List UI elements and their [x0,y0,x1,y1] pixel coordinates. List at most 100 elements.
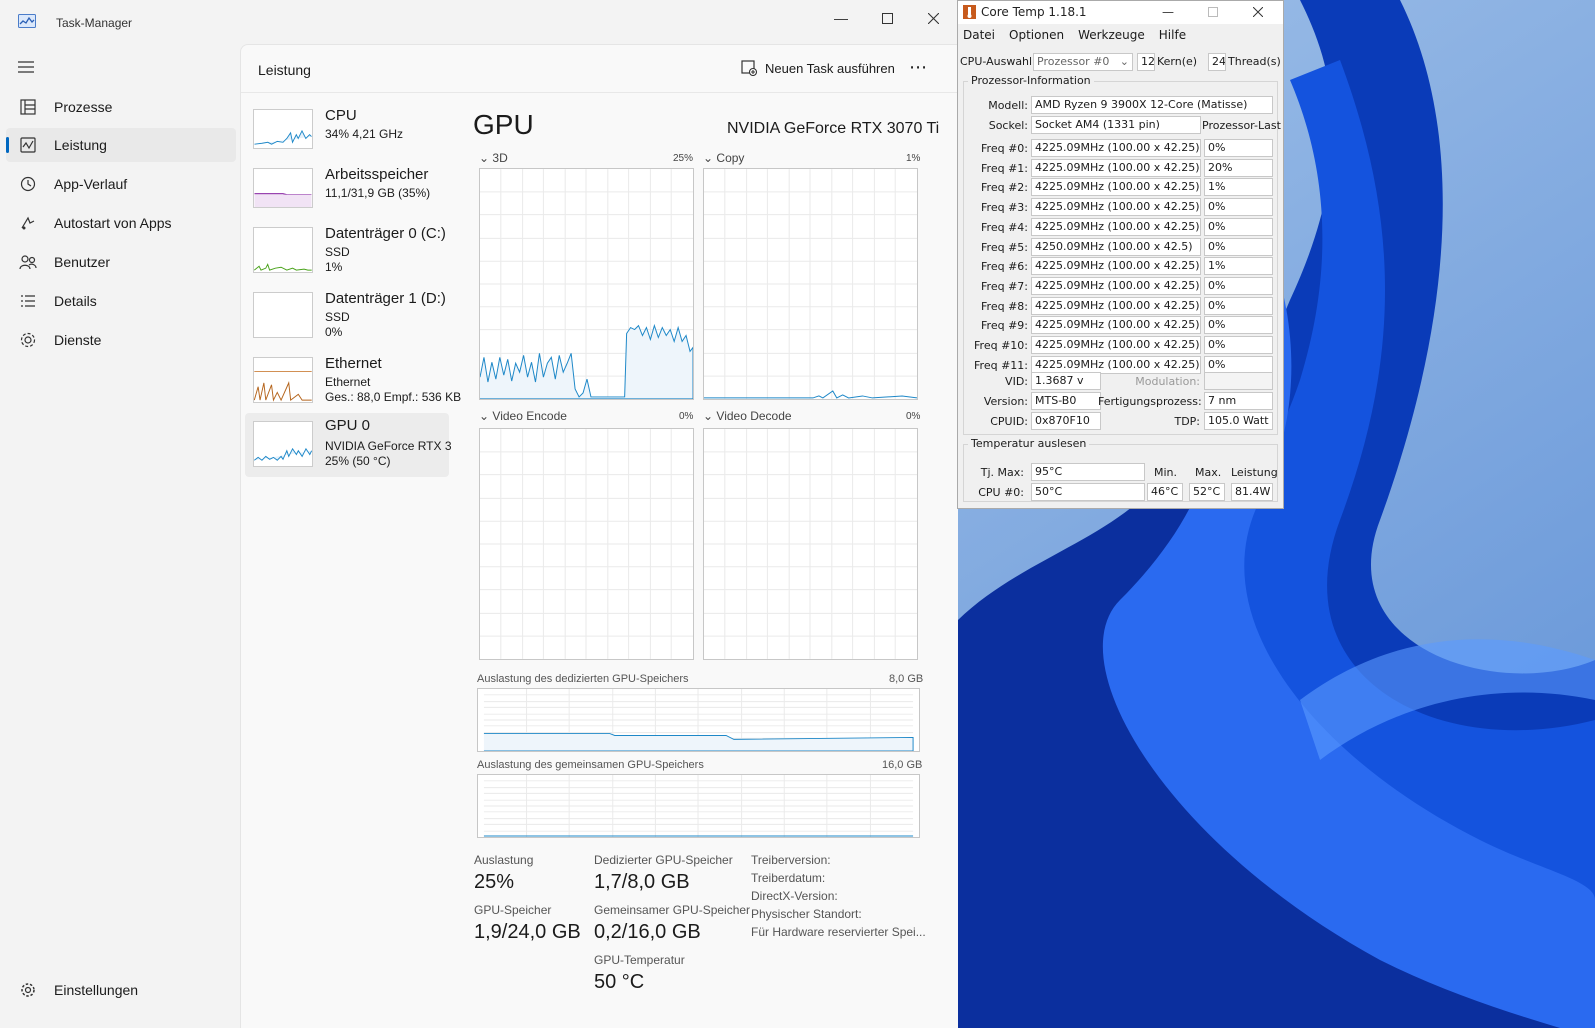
nav-item-app-history[interactable]: App-Verlauf [6,167,236,201]
freq-label: Freq #11: [974,358,1028,372]
more-icon: ⋯ [909,57,928,77]
close-icon [1253,7,1263,17]
power-header: Leistung [1231,466,1278,479]
menu-tools[interactable]: Werkzeuge [1078,28,1145,42]
close-button[interactable] [1235,0,1281,26]
ethernet-thumbnail-graph [253,357,313,403]
processes-icon [18,97,38,117]
maximize-button[interactable] [1190,0,1236,26]
engine-label: Video Encode [492,409,567,423]
nav-label: App-Verlauf [54,176,128,192]
close-button[interactable] [910,4,956,32]
freq-value: 4225.09MHz (100.00 x 42.25) [1031,198,1201,217]
graph-copy [703,168,918,400]
minimize-button[interactable]: — [1145,0,1191,26]
freq-label: Freq #3: [981,201,1028,215]
cpu-thumbnail-graph [253,109,313,149]
window-title: Core Temp 1.18.1 [981,5,1087,19]
resource-type: SSD [325,310,350,324]
nav-item-startup-apps[interactable]: Autostart von Apps [6,206,236,240]
modulation-label: Modulation: [1135,375,1200,388]
core-load-value: 0% [1204,296,1273,315]
memory-thumbnail-graph [253,168,313,208]
hamburger-menu-icon[interactable] [14,58,38,76]
resource-ethernet[interactable]: Ethernet Ethernet Ges.: 88,0 Empf.: 536 … [245,351,461,415]
resource-type: SSD [325,245,350,259]
vid-label: VID: [1005,375,1028,388]
nav-label: Benutzer [54,254,111,270]
freq-value: 4225.09MHz (100.00 x 42.25) [1031,158,1201,177]
resource-name: Datenträger 0 (C:) [325,225,446,242]
chevron-down-icon: ⌄ [1119,55,1129,68]
cpu0-temperature: 50°C [1031,483,1145,501]
freq-label: Freq #10: [974,339,1028,352]
run-new-task-button[interactable]: Neuen Task ausführen [741,60,895,76]
gpu-thumbnail-graph [253,421,313,467]
resource-name: CPU [325,107,357,124]
gpu-memory-label: GPU-Speicher [474,903,552,917]
resource-name: Datenträger 1 (D:) [325,290,446,307]
settings-label: Einstellungen [54,982,139,998]
nav-label: Autostart von Apps [54,215,172,231]
gpu-model-name: NVIDIA GeForce RTX 3070 Ti [727,120,940,137]
cpu-select-dropdown[interactable]: Prozessor #0 ⌄ [1033,53,1133,71]
nav-item-services[interactable]: Dienste [6,323,236,357]
title-bar[interactable]: Task-Manager — [0,0,957,44]
resource-type: Ethernet [325,375,371,389]
tdp-value: 105.0 Watt [1204,412,1273,430]
directx-version-label: DirectX-Version: [751,889,838,903]
process-label: Fertigungsprozess: [1098,395,1202,408]
shared-memory-stat-value: 0,2/16,0 GB [594,921,701,943]
nav-label: Dienste [54,332,102,348]
menu-file[interactable]: Datei [963,28,995,42]
freq-value: 4225.09MHz (100.00 x 42.25) [1031,257,1201,276]
more-options-button[interactable]: ⋯ [909,57,928,78]
shared-memory-stat-label: Gemeinsamer GPU-Speicher [594,903,751,917]
core-load-value: 0% [1204,139,1273,157]
services-icon [18,330,38,350]
socket-value: Socket AM4 (1331 pin) [1031,116,1201,134]
nav-item-details[interactable]: Details [6,284,236,318]
vid-value: 1.3687 v [1031,372,1101,390]
shared-memory-label: Auslastung des gemeinsamen GPU-Speichers [477,759,704,771]
engine-copy-selector[interactable]: ⌄ Copy [703,151,744,165]
core-load-value: 0% [1204,217,1273,236]
freq-label: Freq #6: [981,260,1028,274]
hardware-reserved-memory-label: Für Hardware reservierter Spei... [751,925,926,939]
resource-disk-0[interactable]: Datenträger 0 (C:) SSD 1% [245,221,449,285]
title-bar[interactable]: Core Temp 1.18.1 — [958,1,1283,24]
freq-value: 4250.09MHz (100.00 x 42.5) [1031,237,1201,256]
freq-label: Freq #2: [981,181,1028,195]
resource-memory[interactable]: Arbeitsspeicher 11,1/31,9 GB (35%) [245,162,449,226]
engine-percent: 0% [679,411,694,422]
nav-item-performance[interactable]: Leistung [6,128,236,162]
socket-label: Sockel: [988,119,1028,132]
menu-help[interactable]: Hilfe [1159,28,1186,42]
engine-3d-selector[interactable]: ⌄ 3D [479,151,508,165]
nav-item-users[interactable]: Benutzer [6,245,236,279]
graph-video-encode [479,428,694,660]
processor-load-header: Prozessor-Last [1202,119,1281,132]
engine-video-encode-selector[interactable]: ⌄ Video Encode [479,409,567,423]
window-title: Task-Manager [56,16,133,30]
freq-label: Freq #9: [981,319,1028,333]
resource-cpu[interactable]: CPU 34% 4,21 GHz [245,103,449,167]
resource-gpu-0[interactable]: GPU 0 NVIDIA GeForce RTX 307 25% (50 °C) [245,413,451,477]
engine-video-decode-selector[interactable]: ⌄ Video Decode [703,409,792,423]
page-title: Leistung [258,62,311,78]
resource-name: Arbeitsspeicher [325,166,429,183]
maximize-button[interactable] [864,4,910,32]
startup-icon [18,213,38,233]
resource-detail: 34% 4,21 GHz [325,127,404,141]
core-load-value: 0% [1204,276,1273,295]
nav-item-settings[interactable]: Einstellungen [18,980,138,1000]
minimize-button[interactable]: — [818,4,864,32]
nav-item-processes[interactable]: Prozesse [6,90,236,124]
chevron-down-icon: ⌄ [479,151,490,165]
resource-name: GPU 0 [325,417,371,434]
menu-options[interactable]: Optionen [1009,28,1064,42]
resource-disk-1[interactable]: Datenträger 1 (D:) SSD 0% [245,286,449,350]
tdp-label: TDP: [1174,415,1200,428]
disk0-thumbnail-graph [253,227,313,273]
max-header: Max. [1195,466,1222,479]
